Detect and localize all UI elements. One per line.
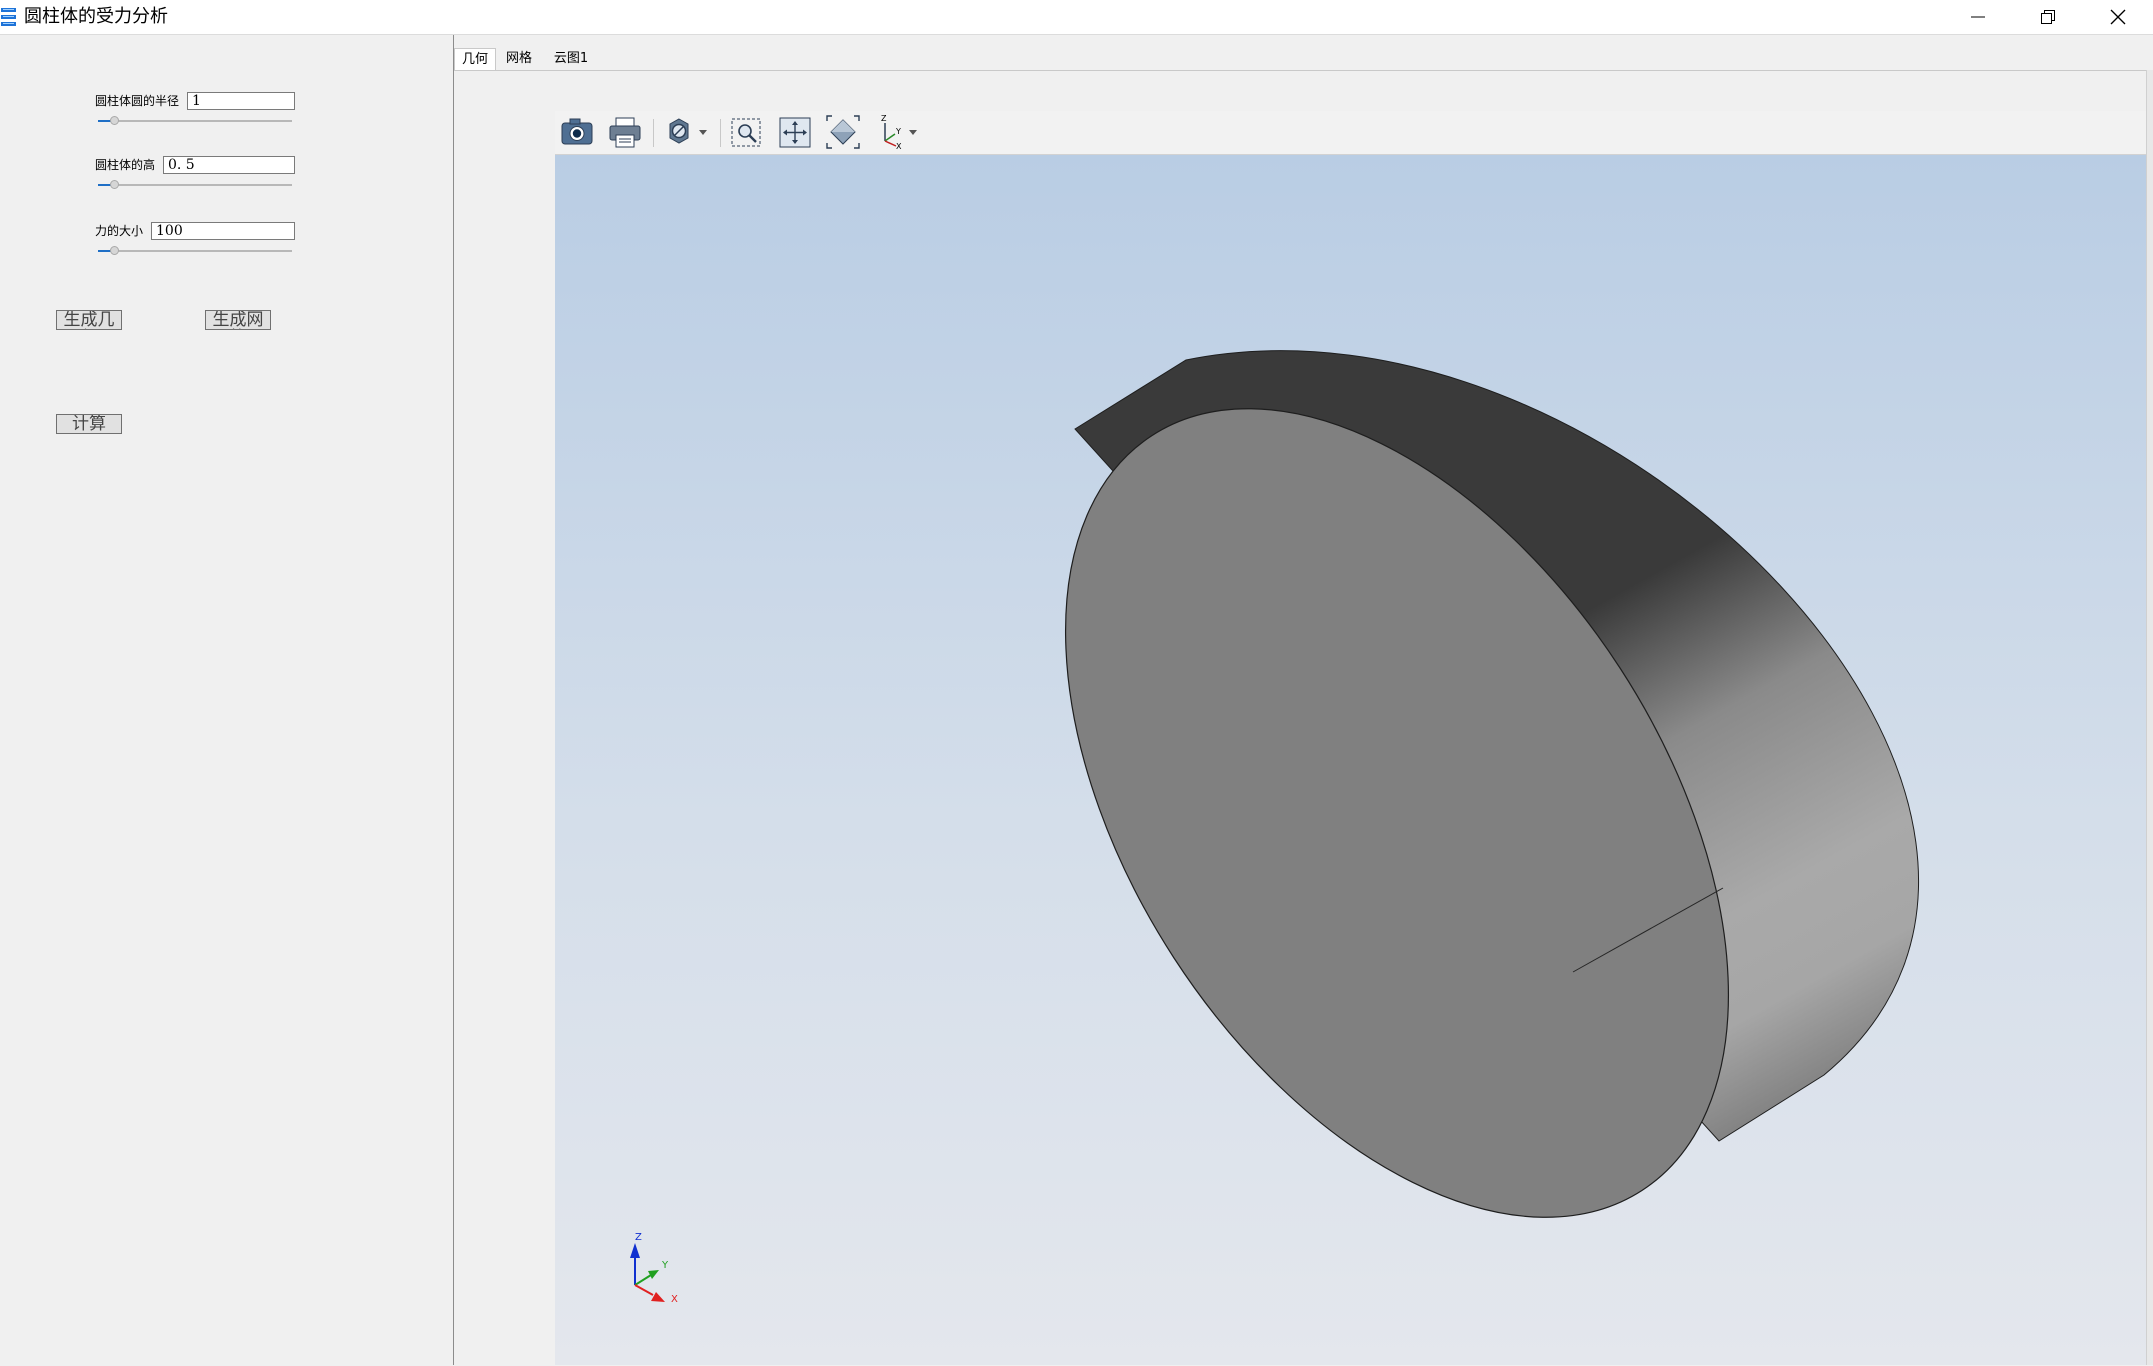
svg-text:Z: Z xyxy=(881,114,887,123)
slider-thumb[interactable] xyxy=(110,116,119,125)
slider-thumb[interactable] xyxy=(110,246,119,255)
axis-y-label: Y xyxy=(662,1260,669,1271)
vertical-scrollbar[interactable] xyxy=(2146,70,2153,1365)
generate-mesh-button[interactable]: 生成网格 xyxy=(205,310,271,330)
3d-viewport[interactable]: Z Y X xyxy=(555,155,2146,1365)
title-bar: 圆柱体的受力分析 xyxy=(0,0,2153,35)
force-input[interactable]: 100 xyxy=(151,222,295,240)
svg-text:X: X xyxy=(896,142,902,151)
height-slider[interactable] xyxy=(98,178,292,192)
radius-input[interactable]: 1 xyxy=(187,92,295,110)
force-slider[interactable] xyxy=(98,244,292,258)
axis-x-label: X xyxy=(671,1294,678,1305)
slider-track xyxy=(98,184,292,186)
toolbar-separator xyxy=(653,119,654,147)
height-label: 圆柱体的高 xyxy=(95,158,156,172)
close-icon xyxy=(2110,9,2126,25)
axis-z-label: Z xyxy=(635,1232,642,1243)
axis-triad xyxy=(630,1243,665,1302)
fit-all-icon[interactable] xyxy=(823,111,863,154)
view-axes-icon[interactable]: Z Y X xyxy=(871,111,926,154)
tab-mesh[interactable]: 网格 xyxy=(498,48,540,70)
restore-button[interactable] xyxy=(2013,0,2083,34)
close-button[interactable] xyxy=(2083,0,2153,34)
restore-icon xyxy=(2041,10,2055,24)
tab-contour[interactable]: 云图1 xyxy=(546,48,596,70)
slider-track xyxy=(98,120,292,122)
zoom-window-icon[interactable] xyxy=(727,111,767,154)
tab-geometry[interactable]: 几何 xyxy=(454,48,496,71)
viewer-toolbar: Z Y X xyxy=(555,111,2146,155)
height-input[interactable]: 0. 5 xyxy=(163,156,295,174)
minimize-button[interactable] xyxy=(1943,0,2013,34)
window-title: 圆柱体的受力分析 xyxy=(24,6,168,27)
force-label: 力的大小 xyxy=(95,224,144,238)
cylinder-model xyxy=(630,350,1919,1302)
generate-geometry-button[interactable]: 生成几何 xyxy=(56,310,122,330)
camera-icon[interactable] xyxy=(557,111,597,154)
toolbar-separator xyxy=(720,119,721,147)
printer-icon[interactable] xyxy=(605,111,645,154)
pan-icon[interactable] xyxy=(775,111,815,154)
slider-track xyxy=(98,250,292,252)
minimize-icon xyxy=(1971,16,1985,18)
compute-button[interactable]: 计算 xyxy=(56,414,122,434)
slider-thumb[interactable] xyxy=(110,180,119,189)
svg-text:Y: Y xyxy=(895,127,901,136)
radius-label: 圆柱体圆的半径 xyxy=(95,94,180,108)
radius-slider[interactable] xyxy=(98,114,292,128)
app-layers-icon xyxy=(0,5,19,29)
display-mode-icon[interactable] xyxy=(663,111,713,154)
